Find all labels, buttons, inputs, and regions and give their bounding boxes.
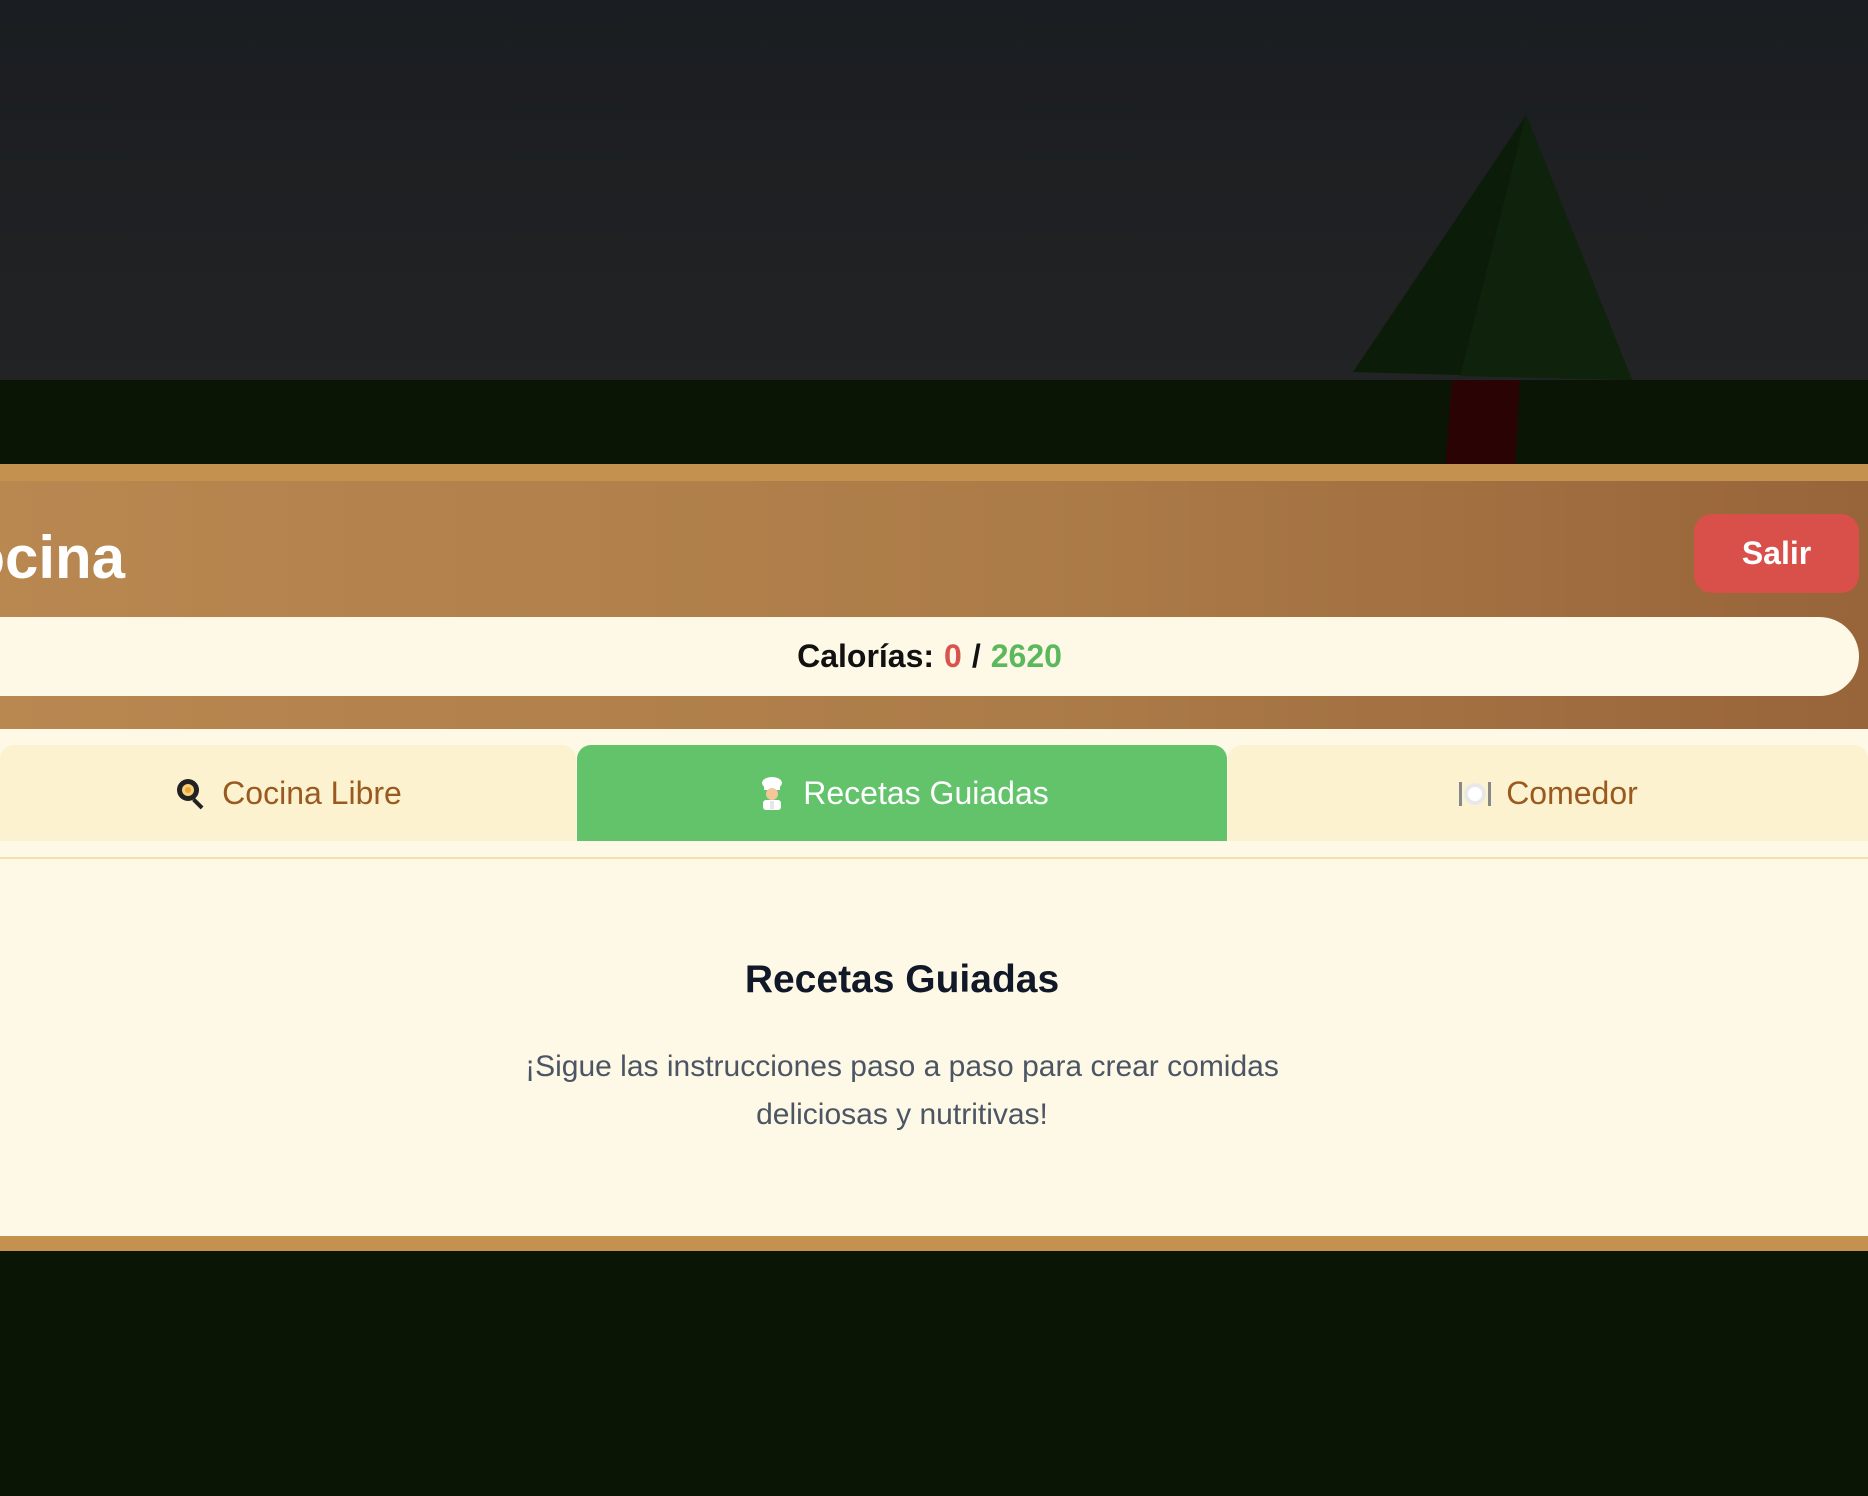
exit-button[interactable]: Salir bbox=[1694, 514, 1859, 593]
content-description: ¡Sigue las instrucciones paso a paso par… bbox=[525, 1050, 1279, 1131]
panel-header: Cocina Salir Calorías: 0 / 2620 bbox=[0, 481, 1868, 729]
tab-label: Cocina Libre bbox=[222, 774, 402, 811]
calories-separator: / bbox=[971, 638, 981, 674]
calories-current: 0 bbox=[944, 638, 962, 674]
tab-cocina-libre[interactable]: Cocina Libre bbox=[0, 745, 576, 841]
plate-cutlery-icon bbox=[1458, 776, 1492, 810]
tab-comedor[interactable]: Comedor bbox=[1228, 745, 1868, 841]
panel-top-border bbox=[0, 464, 1868, 481]
tree-icon bbox=[1353, 115, 1632, 470]
tab-label: Recetas Guiadas bbox=[803, 774, 1049, 811]
calories-goal: 2620 bbox=[990, 638, 1062, 674]
frying-pan-icon bbox=[174, 776, 208, 810]
tab-recetas-guiadas[interactable]: Recetas Guiadas bbox=[577, 745, 1227, 841]
content-title: Recetas Guiadas bbox=[744, 958, 1060, 1001]
chef-icon bbox=[755, 776, 789, 810]
panel-bottom-border bbox=[0, 1236, 1868, 1251]
tab-label: Comedor bbox=[1506, 774, 1638, 811]
page-title: Cocina bbox=[0, 524, 126, 591]
calories-bar: Calorías: 0 / 2620 bbox=[0, 617, 1859, 696]
calories-label: Calorías: bbox=[797, 638, 935, 674]
